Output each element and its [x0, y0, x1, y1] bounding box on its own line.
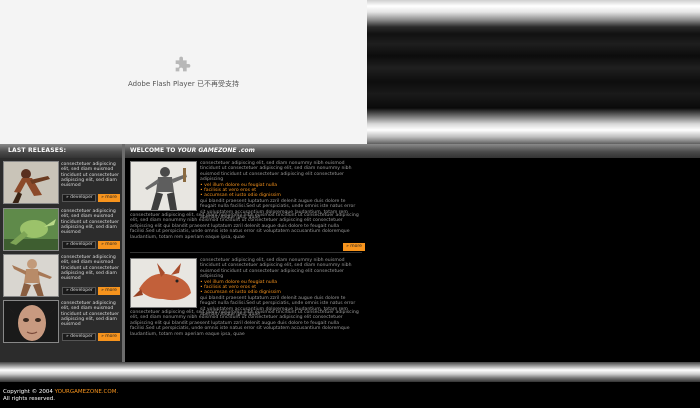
last-releases-sidebar: consectetuer adipiscing elit, sed diam e… — [0, 158, 122, 362]
feature-text: consectetuer adipiscing elit, sed diam n… — [200, 161, 362, 220]
release-description: consectetuer adipiscing elit, sed diam e… — [61, 209, 120, 236]
release-description: consectetuer adipiscing elit, sed diam e… — [61, 255, 120, 282]
main-title-site: YOUR GAMEZONE .com — [177, 147, 255, 154]
site-link[interactable]: YOURGAMEZONE.COM. — [55, 389, 119, 395]
feature-text: consectetuer adipiscing elit, sed diam n… — [200, 258, 362, 317]
release-item: consectetuer adipiscing elit, sed diam e… — [3, 161, 121, 205]
main-title-prefix: WELCOME TO — [130, 147, 176, 154]
release-item: consectetuer adipiscing elit, sed diam e… — [3, 208, 121, 252]
feature-divider — [130, 252, 362, 253]
developer-button[interactable]: » developer — [62, 287, 96, 295]
rights-text: All rights reserved. — [3, 396, 56, 402]
sidebar-title: LAST RELEASES: — [8, 147, 67, 154]
developer-button[interactable]: » developer — [62, 241, 96, 249]
footer-text: Copyright © 2004 YOURGAMEZONE.COM. All r… — [3, 389, 118, 403]
feature-bullets: vel illum dolore eu feugiat nulla facili… — [200, 280, 362, 296]
more-button[interactable]: » more — [98, 287, 120, 295]
feature-image[interactable] — [130, 161, 197, 211]
release-item: consectetuer adipiscing elit, sed diam e… — [3, 254, 121, 298]
more-button[interactable]: » more — [98, 194, 120, 202]
footer-chrome-bar — [0, 362, 700, 382]
release-thumbnail[interactable] — [3, 254, 59, 297]
release-description: consectetuer adipiscing elit, sed diam e… — [61, 162, 120, 189]
page: Adobe Flash Player 已不再受支持 LAST RELEASES:… — [0, 0, 700, 408]
flash-placeholder[interactable]: Adobe Flash Player 已不再受支持 — [0, 0, 367, 144]
copyright-text: Copyright © 2004 — [3, 389, 53, 395]
release-item: consectetuer adipiscing elit, sed diam e… — [3, 300, 121, 344]
flash-unsupported-message: Adobe Flash Player 已不再受支持 — [128, 80, 239, 88]
main-content: consectetuer adipiscing elit, sed diam n… — [125, 158, 700, 362]
developer-button[interactable]: » developer — [62, 194, 96, 202]
feature-outro: consectetuer adipiscing elit, sed diam n… — [130, 310, 359, 337]
feature-more-button[interactable]: » more — [343, 243, 365, 251]
release-thumbnail[interactable] — [3, 300, 59, 343]
header-banner — [367, 0, 700, 144]
developer-button[interactable]: » developer — [62, 333, 96, 341]
more-button[interactable]: » more — [98, 333, 120, 341]
feature-bullets: vel illum dolore eu feugiat nulla facili… — [200, 183, 362, 199]
release-thumbnail[interactable] — [3, 161, 59, 204]
puzzle-plugin-icon — [175, 56, 191, 72]
feature-intro: consectetuer adipiscing elit, sed diam n… — [200, 161, 352, 183]
feature-image[interactable] — [130, 258, 197, 308]
release-description: consectetuer adipiscing elit, sed diam e… — [61, 301, 120, 328]
feature-intro: consectetuer adipiscing elit, sed diam n… — [200, 258, 352, 280]
section-header-bar: LAST RELEASES: WELCOME TO YOUR GAMEZONE … — [0, 144, 700, 158]
main-title: WELCOME TO YOUR GAMEZONE .com — [130, 147, 255, 154]
footer: Copyright © 2004 YOURGAMEZONE.COM. All r… — [0, 382, 700, 408]
feature-outro: consectetuer adipiscing elit, sed diam n… — [130, 213, 359, 240]
release-thumbnail[interactable] — [3, 208, 59, 251]
more-button[interactable]: » more — [98, 241, 120, 249]
